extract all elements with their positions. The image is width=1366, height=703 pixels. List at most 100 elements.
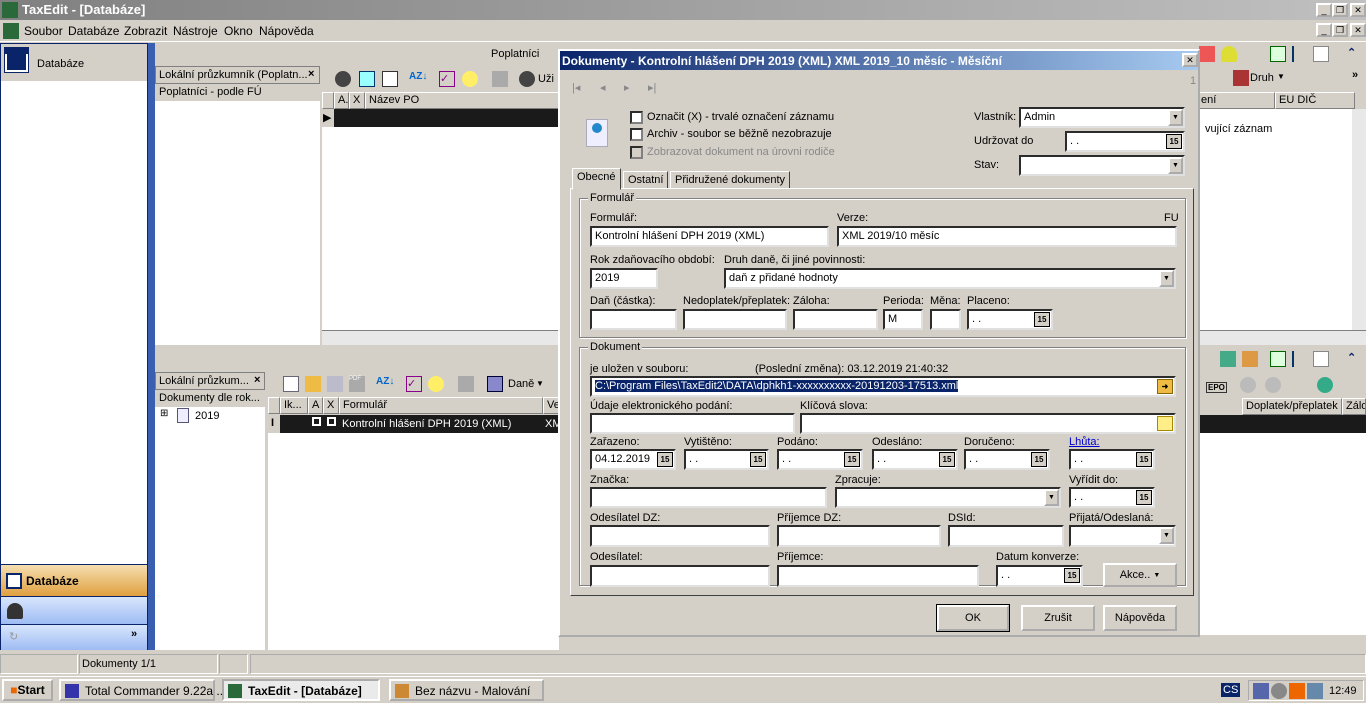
dropdown-arrow-icon[interactable]: ▼ <box>1159 527 1174 544</box>
menu-databaze[interactable]: Databáze <box>68 24 119 38</box>
table-row[interactable]: Kontrolní hlášení DPH 2019 (XML) XM <box>280 415 562 433</box>
dane-button[interactable]: Daně <box>508 378 534 390</box>
nedoplatek-field[interactable] <box>683 309 787 330</box>
menu-okno[interactable]: Okno <box>224 24 253 38</box>
explorer-item[interactable]: Poplatníci - podle FÚ <box>155 84 320 101</box>
dsid-field[interactable] <box>948 525 1064 547</box>
print-icon[interactable] <box>327 376 343 392</box>
oznacit-checkbox[interactable] <box>630 111 643 124</box>
restore-button[interactable]: ❐ <box>1332 3 1348 17</box>
rok-field[interactable]: 2019 <box>590 268 658 289</box>
collapse-icon[interactable]: ⌃ <box>1347 46 1356 59</box>
open-file-icon[interactable]: ➜ <box>1157 379 1173 394</box>
checkbox-a[interactable] <box>312 417 321 426</box>
col-verze[interactable]: Ve <box>543 397 559 414</box>
filter-icon[interactable] <box>492 71 508 87</box>
ok-button[interactable]: OK <box>936 604 1010 632</box>
calendar-icon[interactable]: 15 <box>1064 568 1080 583</box>
col-a[interactable]: A <box>308 397 323 414</box>
calendar-icon[interactable]: 15 <box>1034 312 1050 327</box>
house-icon[interactable] <box>1242 351 1258 367</box>
col-x[interactable]: X <box>323 397 339 414</box>
last-record-icon[interactable]: ▸| <box>648 81 656 94</box>
tree-icon[interactable] <box>1292 351 1308 367</box>
prijata-select[interactable]: ▼ <box>1069 525 1176 547</box>
dropdown-arrow-icon[interactable]: ▼ <box>1168 157 1183 174</box>
vyridit-date[interactable]: . . 15 <box>1069 487 1155 508</box>
tree-icon[interactable] <box>1292 46 1308 62</box>
table-row-right[interactable] <box>1198 415 1366 433</box>
tab-pridruzene[interactable]: Přidružené dokumenty <box>670 171 791 189</box>
zpracuje-select[interactable]: ▼ <box>835 487 1061 508</box>
calendar-icon[interactable]: 15 <box>844 452 860 467</box>
podano-date[interactable]: . . 15 <box>777 449 863 470</box>
zaloha-field[interactable] <box>793 309 878 330</box>
explorer-tab[interactable]: Lokální průzkumník (Poplatn... × <box>155 66 320 84</box>
udrzovat-date[interactable]: . . 15 <box>1065 131 1185 152</box>
menu-zobrazit[interactable]: Zobrazit <box>124 24 167 38</box>
firewall-icon[interactable] <box>1289 683 1305 699</box>
dialog-title-bar[interactable]: Dokumenty - Kontrolní hlášení DPH 2019 (… <box>560 51 1198 70</box>
language-indicator[interactable]: CS <box>1221 683 1241 697</box>
stav-select[interactable]: ▼ <box>1019 155 1185 176</box>
menu-napoveda[interactable]: Nápověda <box>259 24 314 38</box>
calendar-icon[interactable]: 15 <box>939 452 955 467</box>
explorer-item[interactable]: Dokumenty dle rok... <box>155 390 265 407</box>
doruceno-date[interactable]: . . 15 <box>964 449 1050 470</box>
table-icon[interactable] <box>359 71 375 87</box>
tree-expand-icon[interactable]: ⊞ <box>160 408 168 419</box>
konverze-date[interactable]: . . 15 <box>996 565 1083 587</box>
tree-node-2019[interactable]: 2019 <box>195 410 219 422</box>
calendar-icon[interactable]: 15 <box>1166 134 1182 149</box>
menu-nastroje[interactable]: Nástroje <box>173 24 218 38</box>
dan-field[interactable] <box>590 309 677 330</box>
zarazeno-date[interactable]: 04.12.2019 15 <box>590 449 676 470</box>
table-row[interactable] <box>334 109 558 127</box>
open-folder-icon[interactable] <box>305 376 321 392</box>
doc-icon[interactable] <box>3 23 19 39</box>
refresh-icon[interactable]: ↻ <box>9 630 18 643</box>
start-button[interactable]: ■ Start <box>2 679 53 701</box>
next-record-icon[interactable]: ▸ <box>624 81 630 94</box>
sort-az-icon[interactable]: AZ↓ <box>409 71 427 87</box>
tab-ostatni[interactable]: Ostatní <box>623 171 669 189</box>
users-button[interactable]: Uži <box>538 73 554 85</box>
verze-field[interactable]: XML 2019/10 měsíc <box>837 226 1177 247</box>
grid-tree-icon[interactable] <box>1313 46 1329 62</box>
calendar-icon[interactable]: 15 <box>1136 452 1152 467</box>
col-a[interactable]: A. <box>334 92 349 109</box>
prijemce-field[interactable] <box>777 565 979 587</box>
col-ikona[interactable]: Ik... <box>280 397 308 414</box>
sort-az-icon[interactable]: AZ↓ <box>376 376 394 392</box>
mdi-minimize-button[interactable]: _ <box>1316 23 1332 37</box>
close-icon[interactable]: × <box>308 68 314 80</box>
card-icon[interactable] <box>1270 46 1286 62</box>
person-icon[interactable] <box>519 71 535 87</box>
checkbox-x[interactable] <box>327 417 336 426</box>
sidebar-splitter[interactable] <box>148 43 155 650</box>
toolbar-more-icon[interactable]: » <box>1352 69 1358 81</box>
epo-button[interactable]: EPO <box>1206 382 1227 393</box>
druh-select[interactable]: daň z přidané hodnoty ▼ <box>724 268 1176 289</box>
taskbar-taxedit[interactable]: TaxEdit - [Databáze] <box>222 679 380 701</box>
nav-databaze[interactable]: Databáze <box>1 564 147 596</box>
explorer-tab[interactable]: Lokální průzkum... × <box>155 372 265 390</box>
calendar-icon[interactable]: 15 <box>657 452 673 467</box>
vertical-scrollbar[interactable] <box>1352 109 1366 330</box>
help-button[interactable]: Nápověda <box>1103 605 1177 631</box>
calendar-icon[interactable]: 15 <box>1136 490 1152 505</box>
mena-field[interactable] <box>930 309 961 330</box>
druh-button[interactable]: Druh <box>1250 72 1274 84</box>
close-button[interactable]: ✕ <box>1350 3 1366 17</box>
check-icon[interactable]: ✓ <box>406 376 422 392</box>
odeslano-date[interactable]: . . 15 <box>872 449 958 470</box>
card-icon[interactable] <box>1270 351 1286 367</box>
minimize-button[interactable]: _ <box>1316 3 1332 17</box>
network-icon[interactable] <box>1253 683 1269 699</box>
akce-button[interactable]: Akce.. ▼ <box>1103 563 1177 587</box>
col-x[interactable]: X <box>349 92 365 109</box>
cancel-button[interactable]: Zrušit <box>1021 605 1095 631</box>
dialog-close-button[interactable]: ✕ <box>1182 53 1198 67</box>
vytisteno-date[interactable]: . . 15 <box>684 449 769 470</box>
file-path-field[interactable]: C:\Program Files\TaxEdit2\DATA\dphkh1-xx… <box>590 376 1176 397</box>
